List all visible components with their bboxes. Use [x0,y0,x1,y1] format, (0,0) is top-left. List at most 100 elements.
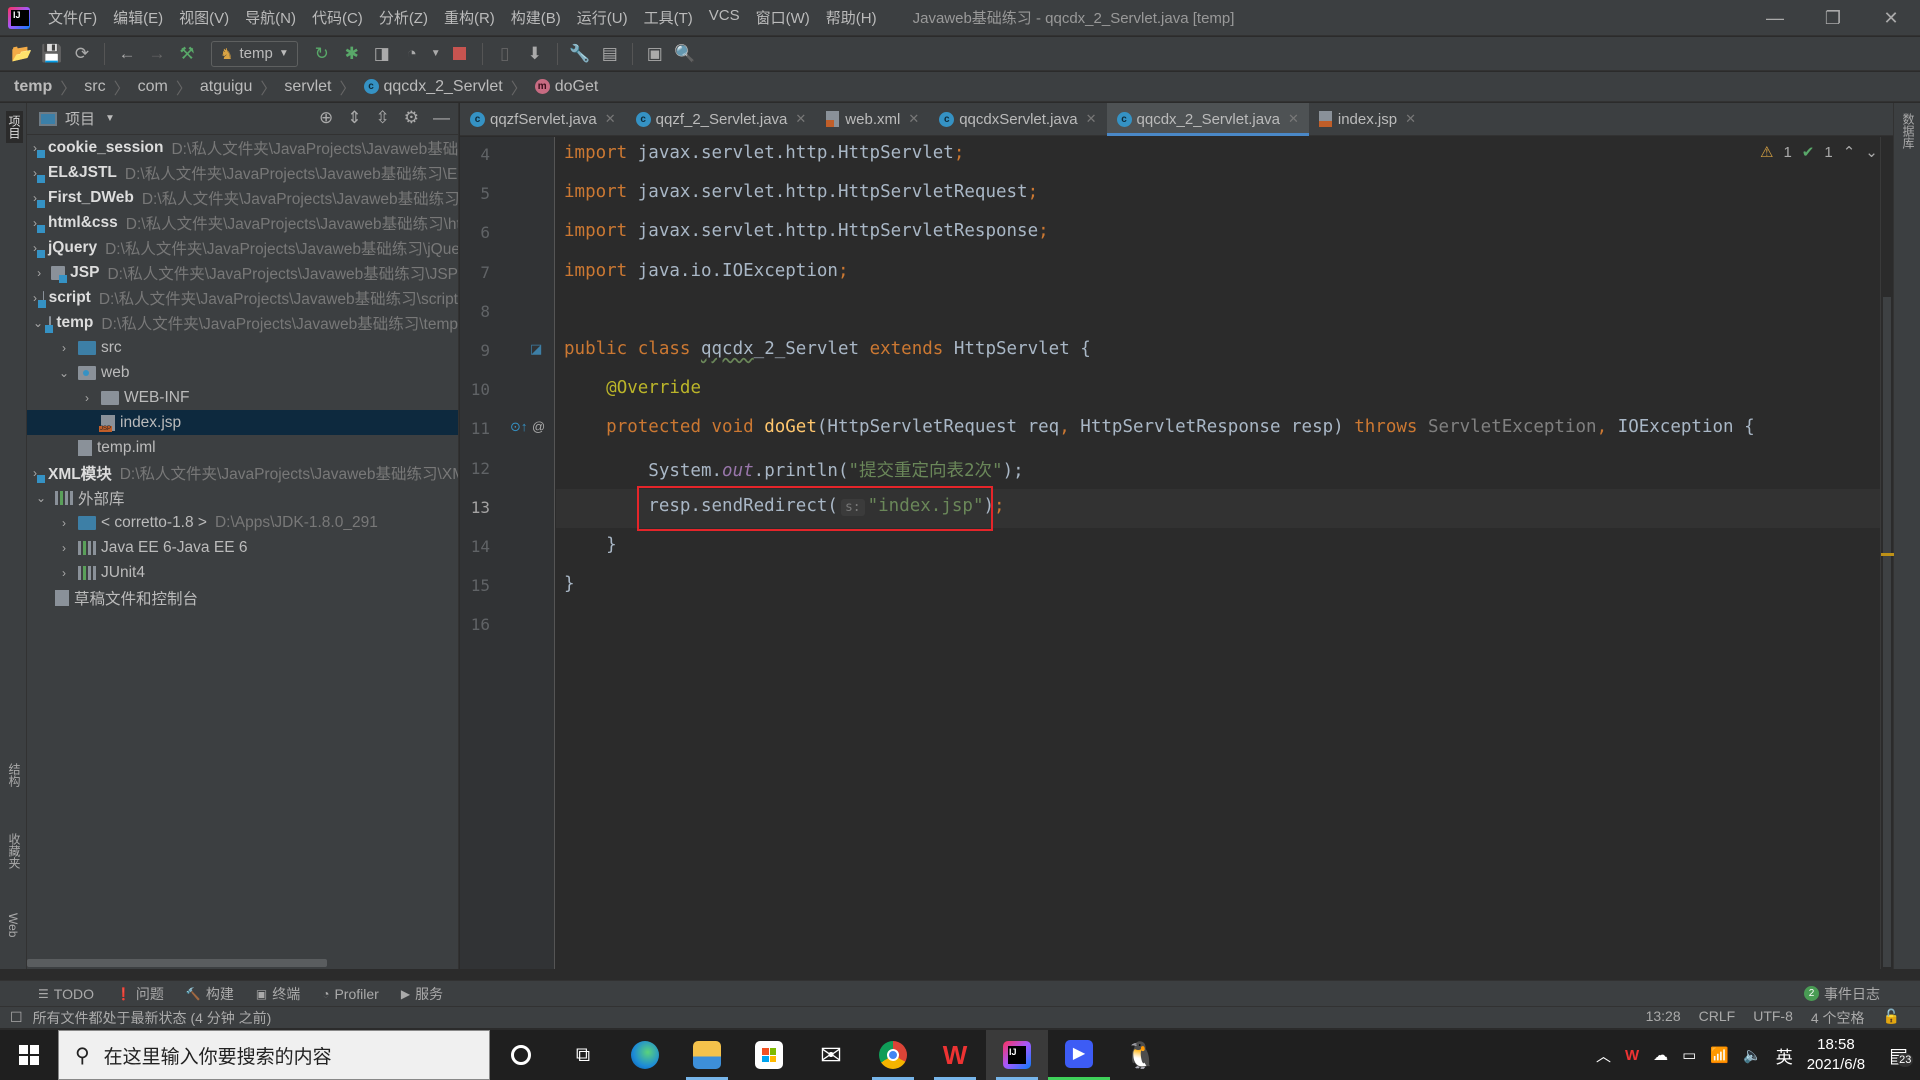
back-icon[interactable]: ← [115,42,139,66]
scrollbar-thumb[interactable] [1883,297,1891,967]
settings-wrench-icon[interactable]: 🔧 [568,42,592,66]
tool-window-button[interactable]: 🔨 构建 [186,984,234,1004]
close-button[interactable]: ✕ [1862,0,1920,36]
tree-item[interactable]: › html&css D:\私人文件夹\JavaProjects\Javaweb基础… [27,210,458,235]
project-panel-title[interactable]: 项目 [65,108,95,129]
line-number[interactable]: 6 [460,223,490,242]
breadcrumb-item[interactable]: src [84,78,105,96]
gear-icon[interactable]: ⚙ [404,108,419,128]
tree-item[interactable]: index.jsp [27,410,458,435]
expand-all-icon[interactable]: ⇕ [347,108,361,128]
forward-icon[interactable]: → [145,42,169,66]
qq-icon[interactable]: 🐧 [1110,1030,1172,1080]
line-number[interactable]: 13 [460,498,490,517]
close-tab-icon[interactable]: ✕ [795,111,806,127]
wps-icon[interactable]: W [924,1030,986,1080]
wps-tray-icon[interactable]: W [1625,1047,1639,1064]
menu-item[interactable]: 分析(Z) [371,7,436,28]
menu-item[interactable]: 重构(R) [436,7,503,28]
chevron-right-icon[interactable]: › [33,291,37,305]
caret-position[interactable]: 13:28 [1646,1008,1681,1028]
collapse-all-icon[interactable]: ⇳ [376,108,390,128]
menu-item[interactable]: 导航(N) [237,7,304,28]
line-number[interactable]: 7 [460,263,490,282]
tree-item[interactable]: › First_DWeb D:\私人文件夹\JavaProjects\Javaweb… [27,185,458,210]
status-toggle-icon[interactable]: ☐ [10,1009,23,1026]
inspections-widget[interactable]: ⚠ 1 ✔ 1 ⌃ ⌄ [1760,143,1878,162]
clock[interactable]: 18:58 2021/6/8 [1807,1035,1865,1075]
taskbar-search[interactable]: ⚲ 在这里输入你要搜索的内容 [58,1030,490,1080]
chevron-down-icon[interactable]: ▼ [105,113,115,124]
menu-item[interactable]: 工具(T) [636,7,701,28]
line-number[interactable]: 10 [460,380,490,399]
horizontal-scrollbar[interactable] [27,959,327,967]
editor-tab[interactable]: c qqcdx_2_Servlet.java ✕ [1106,103,1310,136]
ime-indicator[interactable]: 英 [1776,1043,1793,1068]
store-icon[interactable] [738,1030,800,1080]
line-number[interactable]: 4 [460,145,490,164]
breadcrumb-item[interactable]: m doGet [534,78,598,96]
chevron-down-icon[interactable]: ⌄ [56,366,72,380]
video-app-icon[interactable]: ▶ [1048,1030,1110,1080]
battery-icon[interactable]: ▭ [1682,1046,1696,1064]
tree-item[interactable]: › < corretto-1.8 > D:\Apps\JDK-1.8.0_291 [27,510,458,535]
breadcrumb-item[interactable]: servlet [284,78,331,96]
profile-icon[interactable]: ◔ [400,42,424,66]
restore-button[interactable]: ❐ [1804,0,1862,36]
close-tab-icon[interactable]: ✕ [1288,111,1299,127]
notification-center-icon[interactable]: ▤23 [1889,1043,1914,1068]
breadcrumb-item[interactable]: com [138,78,168,96]
mail-icon[interactable]: ✉ [800,1030,862,1080]
device-icon[interactable]: ▯ [493,42,517,66]
menu-item[interactable]: 视图(V) [171,7,237,28]
tool-window-button[interactable]: ▶ 服务 [401,984,443,1004]
editor-tab[interactable]: index.jsp ✕ [1309,103,1426,135]
line-number[interactable]: 14 [460,537,490,556]
tree-item[interactable]: › JUnit4 [27,560,458,585]
line-number[interactable]: 11 [460,419,490,438]
web-tool-button[interactable]: Web [6,913,20,937]
line-number[interactable]: 16 [460,615,490,634]
menu-item[interactable]: VCS [701,7,748,28]
stop-icon[interactable] [448,42,472,66]
task-view-icon[interactable]: ⧉ [552,1030,614,1080]
code-editor[interactable]: import javax.servlet.http.HttpServlet; im… [556,137,1880,969]
intellij-idea-icon[interactable]: IJ [986,1030,1048,1080]
tree-item[interactable]: 草稿文件和控制台 [27,585,458,610]
onedrive-icon[interactable]: ☁ [1653,1046,1668,1064]
file-encoding[interactable]: UTF-8 [1753,1008,1793,1028]
tree-item[interactable]: ⌄ 外部库 [27,485,458,510]
menu-item[interactable]: 构建(B) [503,7,569,28]
close-tab-icon[interactable]: ✕ [1086,111,1097,127]
close-tab-icon[interactable]: ✕ [605,111,616,127]
impl-marker-icon[interactable]: ◪ [530,341,542,357]
override-marker-icon[interactable]: ⊙↑ [510,419,527,435]
coverage-icon[interactable]: ◨ [370,42,394,66]
close-tab-icon[interactable]: ✕ [908,111,919,127]
lock-icon[interactable]: 🔓 [1883,1008,1900,1028]
favorites-tool-button[interactable]: 收藏夹 [6,833,23,869]
chevron-down-icon[interactable]: ⌄ [33,491,49,505]
menu-item[interactable]: 运行(U) [569,7,636,28]
line-separator[interactable]: CRLF [1699,1008,1736,1028]
prev-highlight-icon[interactable]: ⌃ [1843,143,1856,161]
terminal-icon[interactable]: ▣ [643,42,667,66]
editor-tab[interactable]: c qqzfServlet.java ✕ [460,103,626,135]
next-highlight-icon[interactable]: ⌄ [1865,143,1878,161]
chevron-down-icon[interactable]: ⌄ [33,316,43,330]
rerun-icon[interactable]: ↻ [310,42,334,66]
line-number[interactable]: 15 [460,576,490,595]
chevron-right-icon[interactable]: › [33,266,45,280]
tree-item[interactable]: › jQuery D:\私人文件夹\JavaProjects\Javaweb基础练习… [27,235,458,260]
debug-icon[interactable]: ✱ [340,42,364,66]
line-number[interactable]: 8 [460,302,490,321]
menu-item[interactable]: 帮助(H) [818,7,885,28]
line-number[interactable]: 9 [460,341,490,360]
open-icon[interactable]: 📂 [10,42,34,66]
breadcrumb-item[interactable]: atguigu [200,78,253,96]
tool-window-button[interactable]: ❗ 问题 [116,984,164,1004]
cortana-icon[interactable] [490,1030,552,1080]
database-tool-button[interactable]: 数据库 [1900,113,1917,149]
tree-item[interactable]: › EL&JSTL D:\私人文件夹\JavaProjects\Javaweb基础练… [27,160,458,185]
tool-window-button[interactable]: ◔ Profiler [322,986,379,1002]
